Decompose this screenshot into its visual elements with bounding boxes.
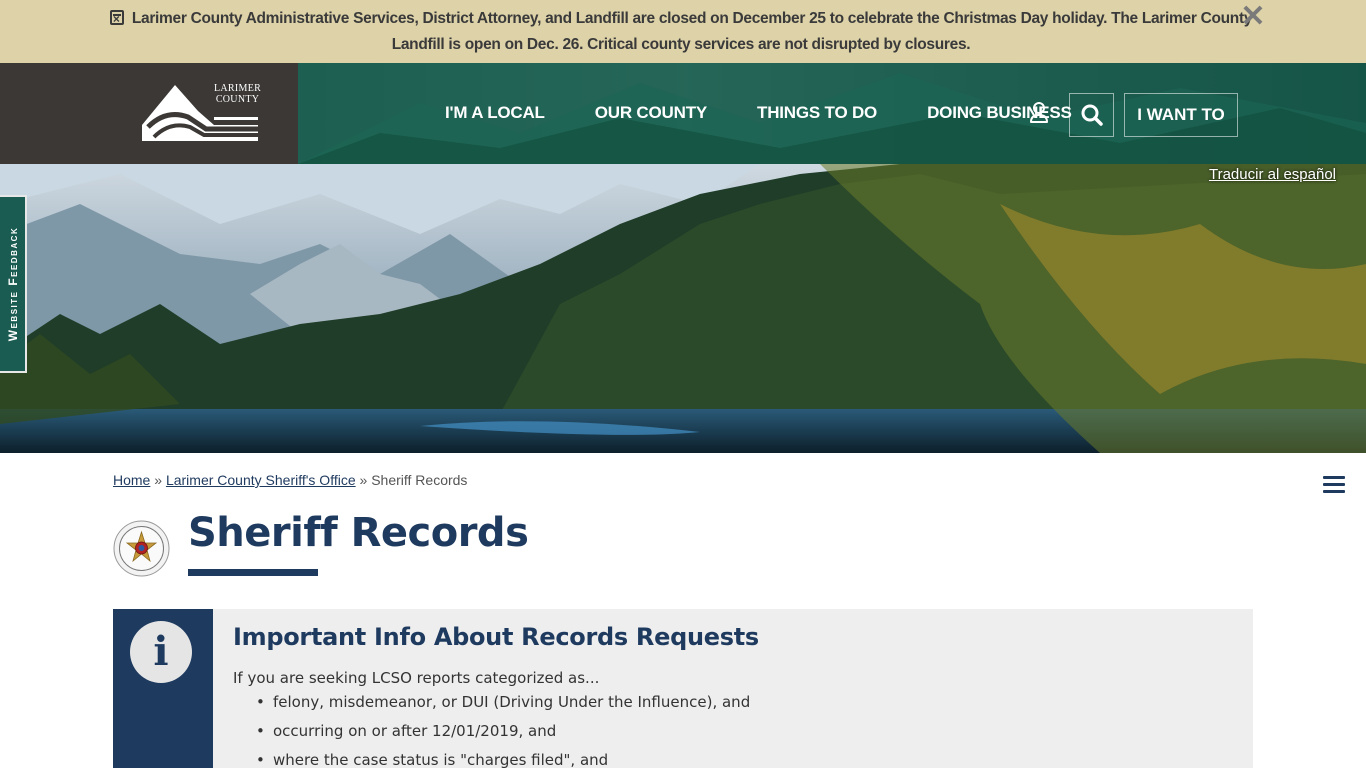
logo-text: LARIMER COUNTY — [214, 83, 261, 105]
list-item: occurring on or after 12/01/2019, and — [256, 722, 750, 751]
info-icon: i — [130, 621, 192, 683]
user-icon — [1030, 102, 1048, 123]
list-item: where the case status is "charges filed"… — [256, 751, 750, 768]
website-feedback-label: Website Feedback — [5, 226, 20, 342]
info-sidebar: i — [113, 609, 213, 768]
info-list: felony, misdemeanor, or DUI (Driving Und… — [256, 693, 750, 768]
user-account-button[interactable] — [1022, 91, 1056, 135]
alert-message: Larimer County Administrative Services, … — [96, 6, 1266, 58]
i-want-to-button[interactable]: I WANT TO — [1124, 93, 1238, 137]
info-title: Important Info About Records Requests — [233, 623, 759, 651]
breadcrumb-separator: » — [359, 472, 368, 488]
title-underline — [188, 569, 318, 576]
nav-im-a-local[interactable]: I'M A LOCAL — [420, 93, 570, 133]
search-icon — [1081, 104, 1103, 126]
search-button[interactable] — [1069, 93, 1114, 137]
breadcrumb-separator: » — [154, 472, 163, 488]
calendar-x-icon — [109, 10, 124, 25]
nav-doing-business[interactable]: DOING BUSINESS — [902, 93, 1097, 133]
breadcrumb-sheriffs-office[interactable]: Larimer County Sheriff's Office — [166, 472, 356, 488]
logo-text-line1: LARIMER — [214, 83, 262, 94]
nav-our-county[interactable]: OUR COUNTY — [570, 93, 732, 133]
close-icon[interactable]: ✕ — [1240, 2, 1266, 32]
breadcrumb: Home » Larimer County Sheriff's Office »… — [113, 472, 467, 488]
nav-things-to-do[interactable]: THINGS TO DO — [732, 93, 902, 133]
translate-spanish-link[interactable]: Traducir al español — [1209, 166, 1336, 183]
website-feedback-tab[interactable]: Website Feedback — [0, 195, 27, 373]
alert-banner: Larimer County Administrative Services, … — [0, 0, 1366, 63]
hamburger-menu-icon[interactable] — [1323, 474, 1345, 494]
mountain-lake-scene — [0, 164, 1366, 453]
breadcrumb-current: Sheriff Records — [371, 472, 468, 488]
main-nav: I'M A LOCAL OUR COUNTY THINGS TO DO DOIN… — [420, 93, 1097, 133]
hero-image: Traducir al español — [0, 164, 1366, 453]
site-header: LARIMER COUNTY I'M A LOCAL OUR COUNTY TH… — [0, 63, 1366, 164]
list-item: felony, misdemeanor, or DUI (Driving Und… — [256, 693, 750, 722]
logo-container[interactable]: LARIMER COUNTY — [0, 63, 298, 164]
page-title: Sheriff Records — [188, 510, 529, 556]
info-intro: If you are seeking LCSO reports categori… — [233, 669, 600, 687]
alert-text: Larimer County Administrative Services, … — [131, 10, 1253, 53]
breadcrumb-home[interactable]: Home — [113, 472, 150, 488]
logo-text-line2: COUNTY — [215, 94, 260, 105]
sheriff-badge-icon — [113, 520, 170, 577]
records-info-box: i Important Info About Records Requests … — [113, 609, 1253, 768]
